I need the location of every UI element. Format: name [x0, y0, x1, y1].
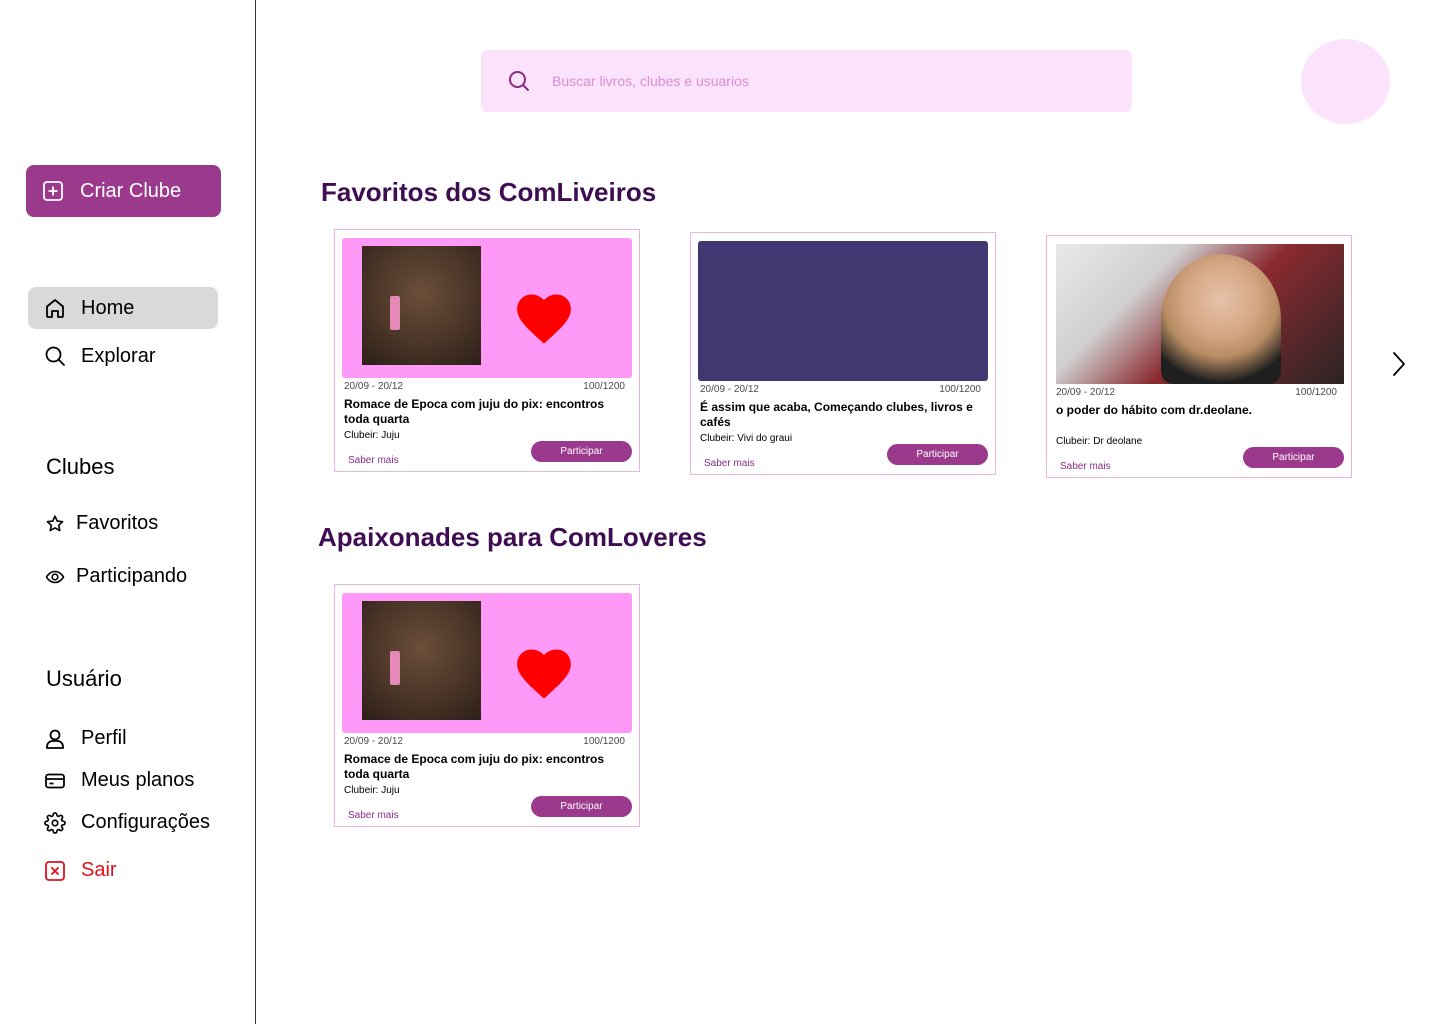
- heart-icon: [517, 294, 571, 344]
- club-cover-image: [342, 238, 632, 378]
- section-title-favoritos: Favoritos dos ComLiveiros: [321, 177, 657, 207]
- sidebar-item-favoritos[interactable]: Favoritos: [44, 512, 158, 535]
- club-card[interactable]: 20/09 - 20/12 100/1200 Romace de Epoca c…: [334, 229, 640, 472]
- section-title-apaixonades: Apaixonades para ComLoveres: [318, 522, 707, 552]
- sidebar-item-label: Explorar: [81, 344, 156, 367]
- sidebar-item-sair[interactable]: Sair: [44, 859, 117, 882]
- club-photo: [1161, 254, 1281, 384]
- club-member-count: 100/1200: [583, 381, 625, 392]
- club-photo: [362, 601, 481, 720]
- chevron-right-icon: [1393, 352, 1405, 376]
- search-bar[interactable]: [481, 50, 1132, 112]
- eye-icon: [44, 566, 66, 588]
- heart-icon: [517, 649, 571, 699]
- club-owner: Clubeir: Vivi do graui: [700, 433, 793, 444]
- club-member-count: 100/1200: [939, 384, 981, 395]
- club-title: Romace de Epoca com juju do pix: encontr…: [344, 397, 605, 426]
- club-dates: 20/09 - 20/12: [700, 384, 759, 395]
- sidebar-item-perfil[interactable]: Perfil: [44, 727, 127, 750]
- credit-card-icon: [44, 770, 66, 792]
- search-icon: [44, 345, 66, 367]
- search-icon: [507, 69, 531, 93]
- user-icon: [44, 728, 66, 750]
- club-member-count: 100/1200: [1295, 387, 1337, 398]
- club-owner: Clubeir: Juju: [344, 785, 400, 796]
- club-card[interactable]: 20/09 - 20/12 100/1200 Romace de Epoca c…: [334, 584, 640, 827]
- search-input[interactable]: [552, 73, 1092, 89]
- club-card[interactable]: 20/09 - 20/12 100/1200 o poder do hábito…: [1046, 235, 1352, 478]
- sidebar-item-label: Favoritos: [76, 512, 159, 534]
- club-meta: 20/09 - 20/12 100/1200: [344, 736, 625, 747]
- user-section-title: Usuário: [46, 666, 122, 691]
- learn-more-link[interactable]: Saber mais: [348, 810, 399, 821]
- sidebar-item-label: Home: [81, 296, 135, 319]
- club-meta: 20/09 - 20/12 100/1200: [344, 381, 625, 392]
- join-button[interactable]: Participar: [887, 444, 988, 465]
- sidebar-item-label: Configurações: [81, 811, 210, 833]
- sidebar-item-label: Sair: [81, 859, 117, 881]
- sidebar: Criar Clube Home Explorar Clubes Favorit…: [0, 0, 256, 1024]
- club-card[interactable]: 20/09 - 20/12 100/1200 É assim que acaba…: [690, 232, 996, 475]
- learn-more-link[interactable]: Saber mais: [704, 458, 755, 469]
- create-club-button[interactable]: Criar Clube: [26, 165, 221, 217]
- club-meta: 20/09 - 20/12 100/1200: [1056, 387, 1337, 398]
- sidebar-item-label: Participando: [76, 565, 188, 587]
- sidebar-item-label: Meus planos: [81, 769, 195, 791]
- club-title: o poder do hábito com dr.deolane.: [1056, 403, 1253, 417]
- join-button[interactable]: Participar: [1243, 447, 1344, 468]
- club-cover-image: [342, 593, 632, 733]
- club-dates: 20/09 - 20/12: [1056, 387, 1115, 398]
- sidebar-item-meus-planos[interactable]: Meus planos: [44, 769, 194, 792]
- sidebar-item-explorar[interactable]: Explorar: [28, 335, 218, 377]
- club-photo: [362, 246, 481, 365]
- carousel-next-button[interactable]: [1388, 350, 1410, 378]
- join-button[interactable]: Participar: [531, 441, 632, 462]
- club-dates: 20/09 - 20/12: [344, 381, 403, 392]
- club-dates: 20/09 - 20/12: [344, 736, 403, 747]
- learn-more-link[interactable]: Saber mais: [348, 455, 399, 466]
- close-square-icon: [44, 860, 66, 882]
- star-icon: [44, 513, 66, 535]
- sidebar-item-home[interactable]: Home: [28, 287, 218, 329]
- sidebar-item-configuracoes[interactable]: Configurações: [44, 811, 210, 834]
- learn-more-link[interactable]: Saber mais: [1060, 461, 1111, 472]
- club-title: É assim que acaba, Começando clubes, liv…: [700, 400, 973, 429]
- clubs-section-title: Clubes: [46, 454, 115, 479]
- gear-icon: [44, 811, 66, 834]
- create-club-label: Criar Clube: [80, 179, 182, 202]
- plus-square-icon: [42, 180, 64, 202]
- avatar[interactable]: [1301, 39, 1390, 124]
- club-owner: Clubeir: Dr deolane: [1056, 436, 1143, 447]
- club-title: Romace de Epoca com juju do pix: encontr…: [344, 752, 605, 781]
- club-owner: Clubeir: Juju: [344, 430, 400, 441]
- club-cover-image: [698, 241, 988, 381]
- club-cover-image: [1056, 244, 1344, 384]
- sidebar-item-participando[interactable]: Participando: [44, 565, 187, 588]
- home-icon: [44, 297, 66, 319]
- join-button[interactable]: Participar: [531, 796, 632, 817]
- club-member-count: 100/1200: [583, 736, 625, 747]
- sidebar-item-label: Perfil: [81, 727, 127, 749]
- club-meta: 20/09 - 20/12 100/1200: [700, 384, 981, 395]
